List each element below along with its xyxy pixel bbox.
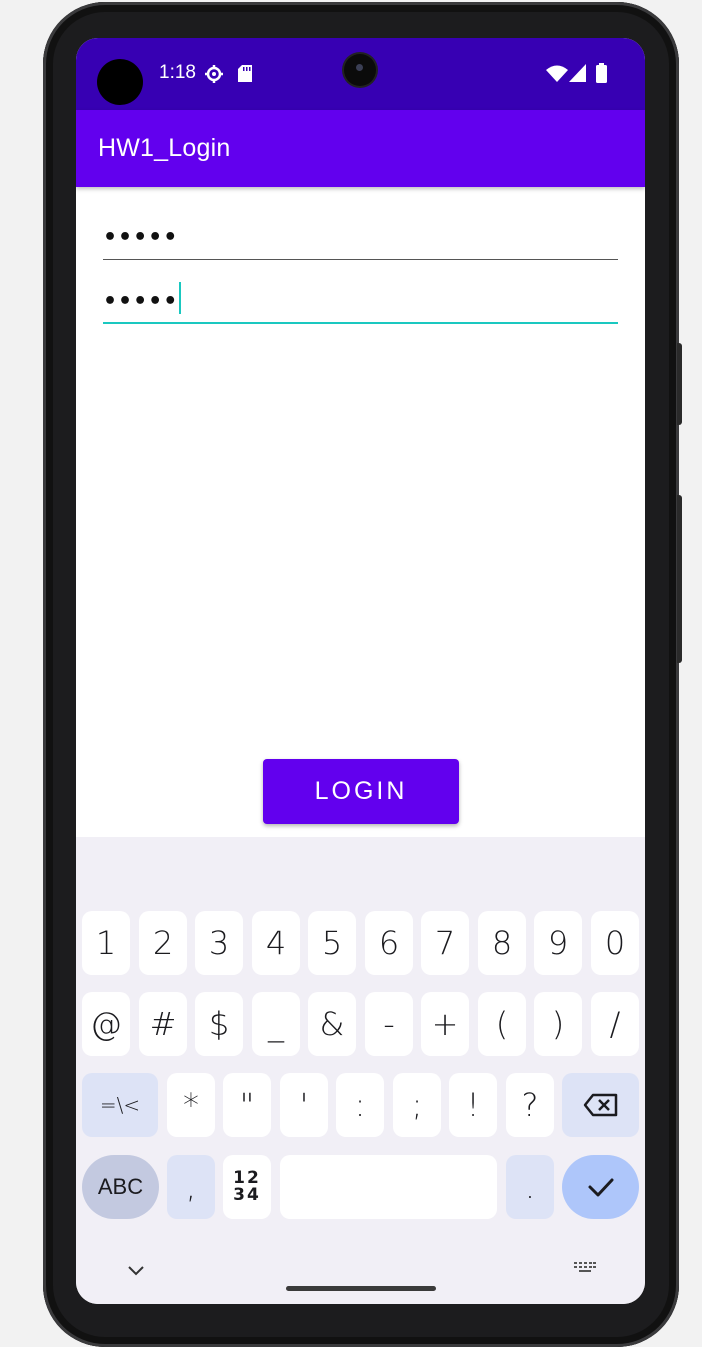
key-open-paren[interactable]: ( xyxy=(478,992,526,1056)
key-3[interactable]: 3 xyxy=(195,911,243,975)
key-7[interactable]: 7 xyxy=(421,911,469,975)
camera-cutout xyxy=(97,59,143,105)
abc-key[interactable]: ABC xyxy=(82,1155,159,1219)
key-semicolon[interactable]: ; xyxy=(393,1073,441,1137)
key-1[interactable]: 1 xyxy=(82,911,130,975)
key-slash[interactable]: / xyxy=(591,992,639,1056)
text-cursor xyxy=(179,282,182,314)
key-hash[interactable]: # xyxy=(139,992,187,1056)
app-title: HW1_Login xyxy=(98,134,231,162)
settings-icon xyxy=(205,65,223,83)
screen: 1:18 HW1_Login ••••• ••••• LOGIN 1 2 3 4… xyxy=(76,38,645,1304)
login-button[interactable]: LOGIN xyxy=(263,759,459,824)
username-underline xyxy=(103,259,618,260)
home-gesture-bar[interactable] xyxy=(286,1286,436,1291)
done-key[interactable] xyxy=(562,1155,639,1219)
app-bar: HW1_Login xyxy=(76,110,645,187)
key-dollar[interactable]: $ xyxy=(195,992,243,1056)
key-double-quote[interactable]: " xyxy=(223,1073,271,1137)
wifi-icon xyxy=(546,65,568,82)
key-single-quote[interactable]: ' xyxy=(280,1073,328,1137)
signal-icon xyxy=(569,64,586,82)
key-8[interactable]: 8 xyxy=(478,911,526,975)
volume-button xyxy=(677,495,682,663)
key-5[interactable]: 5 xyxy=(308,911,356,975)
key-asterisk[interactable]: * xyxy=(167,1073,215,1137)
key-0[interactable]: 0 xyxy=(591,911,639,975)
key-at[interactable]: @ xyxy=(82,992,130,1056)
comma-key[interactable]: , xyxy=(167,1155,215,1219)
username-field[interactable]: ••••• xyxy=(103,210,618,260)
status-bar: 1:18 xyxy=(76,38,645,110)
password-value: ••••• xyxy=(103,289,179,314)
status-time: 1:18 xyxy=(159,62,196,83)
key-plus[interactable]: + xyxy=(421,992,469,1056)
username-value: ••••• xyxy=(103,225,179,250)
numpad-key-bottom: 34 xyxy=(233,1185,261,1205)
key-exclamation[interactable]: ! xyxy=(449,1073,497,1137)
power-button xyxy=(677,343,682,425)
checkmark-icon xyxy=(588,1178,613,1197)
keyboard-switch-icon[interactable] xyxy=(574,1262,596,1276)
space-key[interactable] xyxy=(280,1155,497,1219)
key-close-paren[interactable]: ) xyxy=(534,992,582,1056)
key-underscore[interactable]: _ xyxy=(252,992,300,1056)
sd-card-icon xyxy=(238,65,252,82)
password-field[interactable]: ••••• xyxy=(103,274,618,324)
key-ampersand[interactable]: & xyxy=(308,992,356,1056)
key-6[interactable]: 6 xyxy=(365,911,413,975)
key-2[interactable]: 2 xyxy=(139,911,187,975)
battery-icon xyxy=(596,63,607,83)
more-symbols-key[interactable]: =\< xyxy=(82,1073,158,1137)
numpad-key[interactable]: 12 34 xyxy=(223,1155,271,1219)
password-value-wrap: ••••• xyxy=(103,282,182,314)
keyboard: 1 2 3 4 5 6 7 8 9 0 @ # $ _ & - + ( ) / … xyxy=(76,837,645,1304)
hide-keyboard-icon[interactable] xyxy=(127,1265,145,1277)
front-camera xyxy=(344,54,376,86)
key-4[interactable]: 4 xyxy=(252,911,300,975)
backspace-key[interactable] xyxy=(562,1073,639,1137)
period-key[interactable]: . xyxy=(506,1155,554,1219)
backspace-icon xyxy=(583,1093,617,1117)
key-colon[interactable]: : xyxy=(336,1073,384,1137)
key-question[interactable]: ? xyxy=(506,1073,554,1137)
key-minus[interactable]: - xyxy=(365,992,413,1056)
password-underline xyxy=(103,322,618,324)
key-9[interactable]: 9 xyxy=(534,911,582,975)
